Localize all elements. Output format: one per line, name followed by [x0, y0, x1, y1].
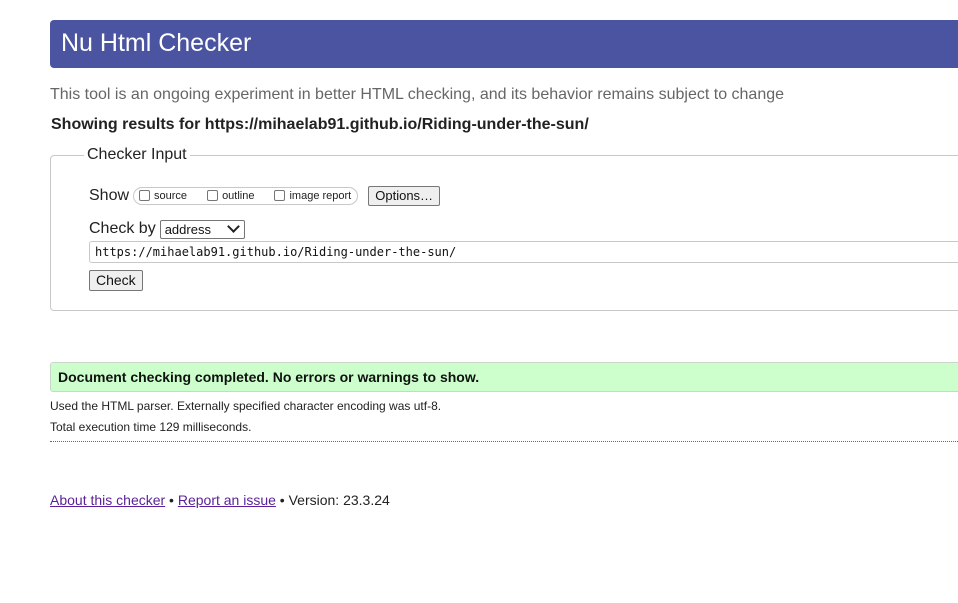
tagline: This tool is an ongoing experiment in be… [50, 86, 785, 103]
check-button[interactable]: Check [89, 270, 143, 291]
parser-info: Used the HTML parser. Externally specifi… [50, 399, 442, 413]
header-bar: Nu Html Checker [50, 20, 958, 68]
divider [50, 441, 958, 442]
checker-input-legend: Checker Input [84, 146, 190, 164]
checker-input-fieldset: Checker Input Show source outline image … [50, 146, 958, 311]
check-by-label: Check by [89, 220, 156, 237]
footer-separator: • [275, 492, 289, 508]
chevron-down-icon [226, 219, 240, 233]
image-report-checkbox-label[interactable]: image report [289, 190, 351, 202]
execution-time: Total execution time 129 milliseconds. [50, 420, 252, 434]
url-input[interactable]: https://mihaelab91.github.io/Riding-unde… [89, 241, 958, 263]
results-heading: Showing results for https://mihaelab91.g… [51, 116, 589, 133]
success-message-bar: Document checking completed. No errors o… [50, 362, 958, 392]
show-options-row: Show source outline image report Options… [89, 184, 441, 208]
about-checker-link[interactable]: About this checker [50, 492, 165, 508]
outline-checkbox[interactable] [207, 189, 219, 201]
footer: About this checker • Report an issue • V… [50, 492, 390, 508]
show-options-group: source outline image report [133, 187, 359, 205]
check-by-row: Check by address [89, 218, 245, 240]
options-button[interactable]: Options… [368, 186, 441, 206]
image-report-checkbox[interactable] [274, 189, 286, 201]
page-title: Nu Html Checker [61, 29, 252, 57]
footer-separator: • [165, 492, 178, 508]
check-by-select[interactable]: address [159, 219, 245, 239]
version-text: Version: 23.3.24 [288, 492, 390, 508]
page: Nu Html Checker This tool is an ongoing … [0, 0, 958, 603]
show-label: Show [89, 187, 130, 204]
outline-checkbox-label[interactable]: outline [222, 190, 254, 202]
report-issue-link[interactable]: Report an issue [178, 492, 276, 508]
success-message: Document checking completed. No errors o… [58, 369, 480, 385]
source-checkbox[interactable] [139, 189, 151, 201]
source-checkbox-label[interactable]: source [154, 190, 187, 202]
check-by-selected-value: address [164, 221, 211, 237]
